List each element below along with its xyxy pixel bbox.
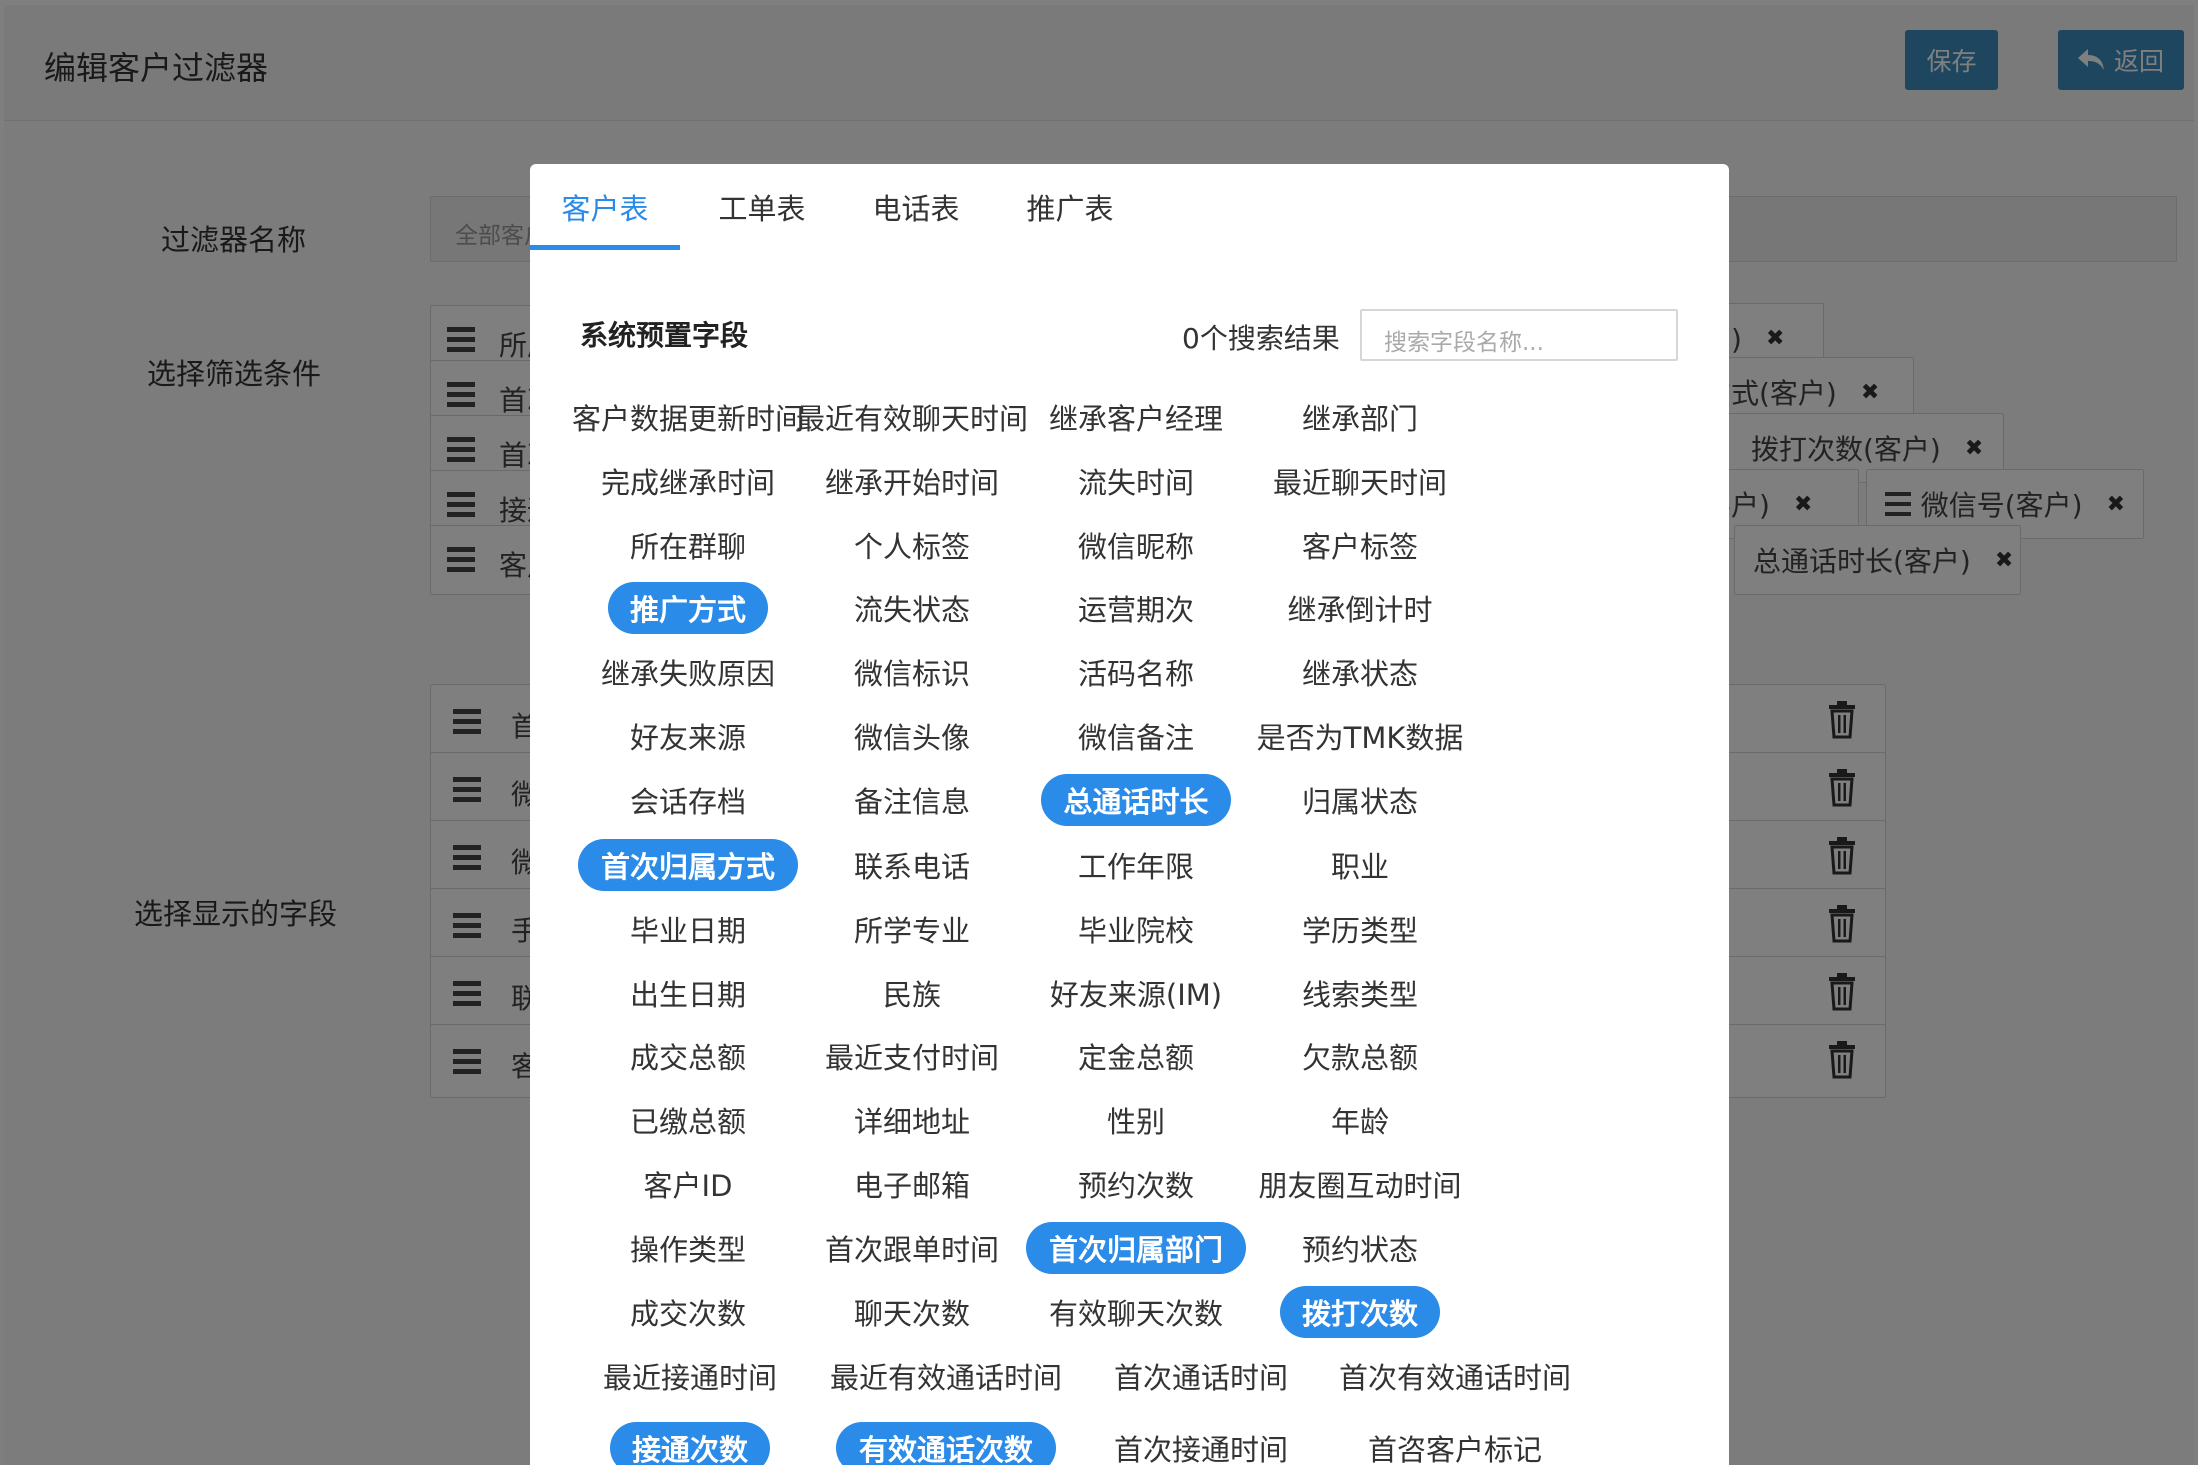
field-option[interactable]: 出生日期 — [616, 967, 760, 1019]
page-root: 编辑客户过滤器 保存 返回 过滤器名称 全部客户 选择筛选条件 添加 所属首次首… — [0, 0, 2198, 1465]
field-option[interactable]: 线索类型 — [1288, 967, 1432, 1019]
field-option[interactable]: 联系电话 — [840, 839, 984, 891]
field-option[interactable]: 成交总额 — [616, 1030, 760, 1082]
field-option[interactable]: 学历类型 — [1288, 903, 1432, 955]
field-option[interactable]: 毕业日期 — [616, 903, 760, 955]
field-option[interactable]: 最近支付时间 — [810, 1030, 1014, 1082]
field-option[interactable]: 微信头像 — [840, 710, 984, 762]
field-option[interactable]: 预约状态 — [1288, 1222, 1432, 1274]
field-option[interactable]: 好友来源(IM) — [1004, 967, 1268, 1019]
field-option[interactable]: 流失时间 — [1064, 455, 1208, 507]
field-option[interactable]: 总通话时长 — [1041, 774, 1231, 826]
field-option[interactable]: 继承倒计时 — [1273, 582, 1447, 634]
field-option[interactable]: 首次有效通话时间 — [1323, 1350, 1587, 1402]
field-option[interactable]: 首咨客户标记 — [1353, 1422, 1557, 1465]
field-option[interactable]: 所在群聊 — [616, 519, 760, 571]
field-option[interactable]: 微信昵称 — [1064, 519, 1208, 571]
field-option[interactable]: 有效通话次数 — [836, 1422, 1056, 1465]
field-option[interactable]: 操作类型 — [616, 1222, 760, 1274]
field-grid: 客户数据更新时间 最近有效聊天时间 继承客户经理 继承部门 完成继承时间 继承开始时间 流失… — [530, 164, 1729, 1465]
field-option[interactable]: 客户标签 — [1288, 519, 1432, 571]
field-option[interactable]: 会话存档 — [616, 774, 760, 826]
field-option[interactable]: 毕业院校 — [1064, 903, 1208, 955]
field-option[interactable]: 继承开始时间 — [810, 455, 1014, 507]
field-option[interactable]: 首次跟单时间 — [810, 1222, 1014, 1274]
field-option[interactable]: 欠款总额 — [1288, 1030, 1432, 1082]
field-option[interactable]: 运营期次 — [1064, 582, 1208, 634]
field-option[interactable]: 微信备注 — [1064, 710, 1208, 762]
field-picker-modal: 客户表 工单表 电话表 推广表 系统预置字段 0个搜索结果 搜索字段名称... 客户数… — [530, 164, 1729, 1465]
field-option[interactable]: 电子邮箱 — [840, 1158, 984, 1210]
field-option[interactable]: 所学专业 — [840, 903, 984, 955]
field-option[interactable]: 首次通话时间 — [1099, 1350, 1303, 1402]
field-option[interactable]: 客户ID — [616, 1158, 760, 1210]
field-option[interactable]: 推广方式 — [608, 582, 768, 634]
field-option[interactable]: 接通次数 — [610, 1422, 770, 1465]
field-option[interactable]: 继承客户经理 — [1034, 391, 1238, 443]
field-option[interactable]: 最近有效聊天时间 — [780, 391, 1044, 443]
field-option[interactable]: 首次接通时间 — [1099, 1422, 1303, 1465]
field-option[interactable]: 完成继承时间 — [586, 455, 790, 507]
field-option[interactable]: 拨打次数 — [1280, 1286, 1440, 1338]
field-option[interactable]: 流失状态 — [840, 582, 984, 634]
field-option[interactable]: 活码名称 — [1064, 646, 1208, 698]
field-option[interactable]: 职业 — [1318, 839, 1402, 891]
field-option[interactable]: 已缴总额 — [616, 1094, 760, 1146]
field-option[interactable]: 朋友圈互动时间 — [1243, 1158, 1477, 1210]
field-option[interactable]: 继承失败原因 — [586, 646, 790, 698]
field-option[interactable]: 工作年限 — [1064, 839, 1208, 891]
field-option[interactable]: 最近有效通话时间 — [814, 1350, 1078, 1402]
field-option[interactable]: 继承部门 — [1288, 391, 1432, 443]
field-option[interactable]: 最近接通时间 — [588, 1350, 792, 1402]
field-option[interactable]: 定金总额 — [1064, 1030, 1208, 1082]
field-option[interactable]: 详细地址 — [840, 1094, 984, 1146]
field-option[interactable]: 备注信息 — [840, 774, 984, 826]
field-option[interactable]: 聊天次数 — [840, 1286, 984, 1338]
field-option[interactable]: 好友来源 — [616, 710, 760, 762]
field-option[interactable]: 民族 — [870, 967, 954, 1019]
field-option[interactable]: 有效聊天次数 — [1034, 1286, 1238, 1338]
field-option[interactable]: 最近聊天时间 — [1258, 455, 1462, 507]
field-option[interactable]: 微信标识 — [840, 646, 984, 698]
field-option[interactable]: 首次归属方式 — [578, 839, 798, 891]
field-option[interactable]: 归属状态 — [1288, 774, 1432, 826]
field-option[interactable]: 个人标签 — [840, 519, 984, 571]
field-option[interactable]: 成交次数 — [616, 1286, 760, 1338]
field-option[interactable]: 首次归属部门 — [1026, 1222, 1246, 1274]
field-option[interactable]: 预约次数 — [1064, 1158, 1208, 1210]
field-option[interactable]: 是否为TMK数据 — [1228, 710, 1492, 762]
field-option[interactable]: 继承状态 — [1288, 646, 1432, 698]
field-option[interactable]: 年龄 — [1318, 1094, 1402, 1146]
field-option[interactable]: 性别 — [1094, 1094, 1178, 1146]
